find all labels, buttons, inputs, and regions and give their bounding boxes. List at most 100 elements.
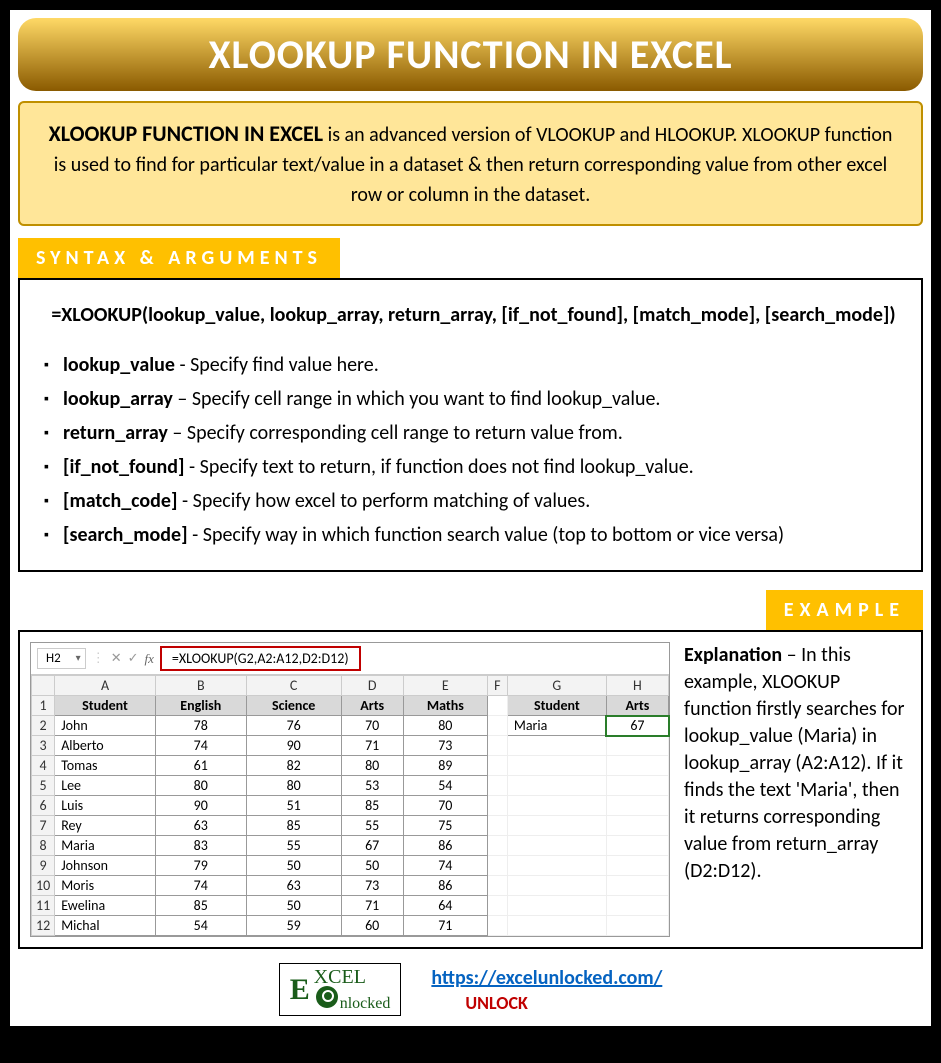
cell[interactable]: 73 bbox=[341, 876, 403, 896]
cell[interactable]: Arts bbox=[606, 696, 668, 716]
cell[interactable]: 50 bbox=[341, 856, 403, 876]
cell[interactable]: 55 bbox=[341, 816, 403, 836]
cell[interactable]: 53 bbox=[341, 776, 403, 796]
formula-input[interactable]: =XLOOKUP(G2,A2:A12,D2:D12) bbox=[160, 646, 361, 671]
cell[interactable]: Moris bbox=[55, 876, 156, 896]
row-header[interactable]: 9 bbox=[32, 856, 55, 876]
row-header[interactable]: 5 bbox=[32, 776, 55, 796]
col-header[interactable]: G bbox=[507, 676, 606, 696]
col-header[interactable]: H bbox=[606, 676, 668, 696]
col-header[interactable]: E bbox=[403, 676, 487, 696]
document-page: XLOOKUP FUNCTION IN EXCEL XLOOKUP FUNCTI… bbox=[10, 10, 931, 1026]
cell[interactable]: 60 bbox=[341, 916, 403, 936]
cell[interactable]: 74 bbox=[155, 736, 246, 756]
row-header[interactable]: 1 bbox=[32, 696, 55, 716]
cell[interactable]: Alberto bbox=[55, 736, 156, 756]
row-header[interactable]: 8 bbox=[32, 836, 55, 856]
cell[interactable]: 50 bbox=[246, 856, 341, 876]
cell[interactable]: 74 bbox=[403, 856, 487, 876]
intro-box: XLOOKUP FUNCTION IN EXCEL is an advanced… bbox=[18, 101, 923, 226]
cell[interactable]: 80 bbox=[246, 776, 341, 796]
cell[interactable]: 90 bbox=[246, 736, 341, 756]
row-header[interactable]: 6 bbox=[32, 796, 55, 816]
cell[interactable] bbox=[487, 716, 507, 736]
select-all-corner[interactable] bbox=[32, 676, 55, 696]
cancel-icon[interactable]: ✕ bbox=[111, 651, 122, 666]
cell[interactable]: 82 bbox=[246, 756, 341, 776]
cell[interactable]: 71 bbox=[403, 916, 487, 936]
cell[interactable]: Tomas bbox=[55, 756, 156, 776]
row-header[interactable]: 12 bbox=[32, 916, 55, 936]
cell[interactable]: 71 bbox=[341, 896, 403, 916]
cell[interactable]: John bbox=[55, 716, 156, 736]
key-icon bbox=[316, 986, 338, 1008]
cell[interactable]: Michal bbox=[55, 916, 156, 936]
row-header[interactable]: 3 bbox=[32, 736, 55, 756]
cell[interactable]: 75 bbox=[403, 816, 487, 836]
cell[interactable]: 67 bbox=[341, 836, 403, 856]
cell[interactable]: 76 bbox=[246, 716, 341, 736]
cell[interactable]: 70 bbox=[341, 716, 403, 736]
fx-icon[interactable]: fx bbox=[145, 651, 154, 667]
cell[interactable]: Maths bbox=[403, 696, 487, 716]
row-header[interactable]: 4 bbox=[32, 756, 55, 776]
cell[interactable]: 78 bbox=[155, 716, 246, 736]
example-box: H2 ⋮ ✕ ✓ fx =XLOOKUP(G2,A2:A12,D2:D12) A… bbox=[18, 630, 923, 949]
row-header[interactable]: 11 bbox=[32, 896, 55, 916]
row-header[interactable]: 10 bbox=[32, 876, 55, 896]
cell[interactable]: 85 bbox=[155, 896, 246, 916]
col-header[interactable]: A bbox=[55, 676, 156, 696]
selected-cell[interactable]: 67 bbox=[606, 716, 668, 736]
cell[interactable]: 70 bbox=[403, 796, 487, 816]
cell[interactable]: 61 bbox=[155, 756, 246, 776]
cell[interactable]: 80 bbox=[341, 756, 403, 776]
cell[interactable]: 86 bbox=[403, 876, 487, 896]
cell[interactable]: 71 bbox=[341, 736, 403, 756]
col-header[interactable]: D bbox=[341, 676, 403, 696]
row-header[interactable]: 2 bbox=[32, 716, 55, 736]
cell[interactable]: Rey bbox=[55, 816, 156, 836]
enter-icon[interactable]: ✓ bbox=[128, 651, 139, 666]
col-header[interactable]: C bbox=[246, 676, 341, 696]
cell[interactable]: 51 bbox=[246, 796, 341, 816]
col-header[interactable]: B bbox=[155, 676, 246, 696]
row-header[interactable]: 7 bbox=[32, 816, 55, 836]
cell[interactable]: 63 bbox=[246, 876, 341, 896]
cell[interactable]: 83 bbox=[155, 836, 246, 856]
cell[interactable]: 89 bbox=[403, 756, 487, 776]
cell[interactable]: 59 bbox=[246, 916, 341, 936]
cell[interactable]: 79 bbox=[155, 856, 246, 876]
cell[interactable]: 64 bbox=[403, 896, 487, 916]
cell[interactable]: 63 bbox=[155, 816, 246, 836]
cell[interactable]: 50 bbox=[246, 896, 341, 916]
cell[interactable]: 80 bbox=[403, 716, 487, 736]
cell[interactable]: Luis bbox=[55, 796, 156, 816]
name-box[interactable]: H2 bbox=[37, 648, 86, 669]
cell[interactable]: 80 bbox=[155, 776, 246, 796]
cell[interactable]: 54 bbox=[403, 776, 487, 796]
cell[interactable]: Science bbox=[246, 696, 341, 716]
col-header[interactable]: F bbox=[487, 676, 507, 696]
cell[interactable]: Maria bbox=[55, 836, 156, 856]
cell[interactable] bbox=[487, 696, 507, 716]
list-item: [if_not_found] - Specify text to return,… bbox=[44, 450, 903, 484]
website-link[interactable]: https://excelunlocked.com/ bbox=[431, 966, 662, 990]
cell[interactable]: English bbox=[155, 696, 246, 716]
spreadsheet-grid[interactable]: A B C D E F G H 1 Student English Scienc… bbox=[31, 675, 669, 936]
cell[interactable]: Johnson bbox=[55, 856, 156, 876]
cell[interactable]: 54 bbox=[155, 916, 246, 936]
cell[interactable]: 86 bbox=[403, 836, 487, 856]
cell[interactable]: Student bbox=[507, 696, 606, 716]
cell[interactable]: Arts bbox=[341, 696, 403, 716]
cell[interactable]: 90 bbox=[155, 796, 246, 816]
cell[interactable]: 74 bbox=[155, 876, 246, 896]
cell[interactable]: 55 bbox=[246, 836, 341, 856]
example-section-tab: EXAMPLE bbox=[766, 590, 923, 630]
cell[interactable]: 85 bbox=[341, 796, 403, 816]
cell[interactable]: 73 bbox=[403, 736, 487, 756]
cell[interactable]: Lee bbox=[55, 776, 156, 796]
cell[interactable]: Student bbox=[55, 696, 156, 716]
cell[interactable]: Ewelina bbox=[55, 896, 156, 916]
cell[interactable]: Maria bbox=[507, 716, 606, 736]
cell[interactable]: 85 bbox=[246, 816, 341, 836]
